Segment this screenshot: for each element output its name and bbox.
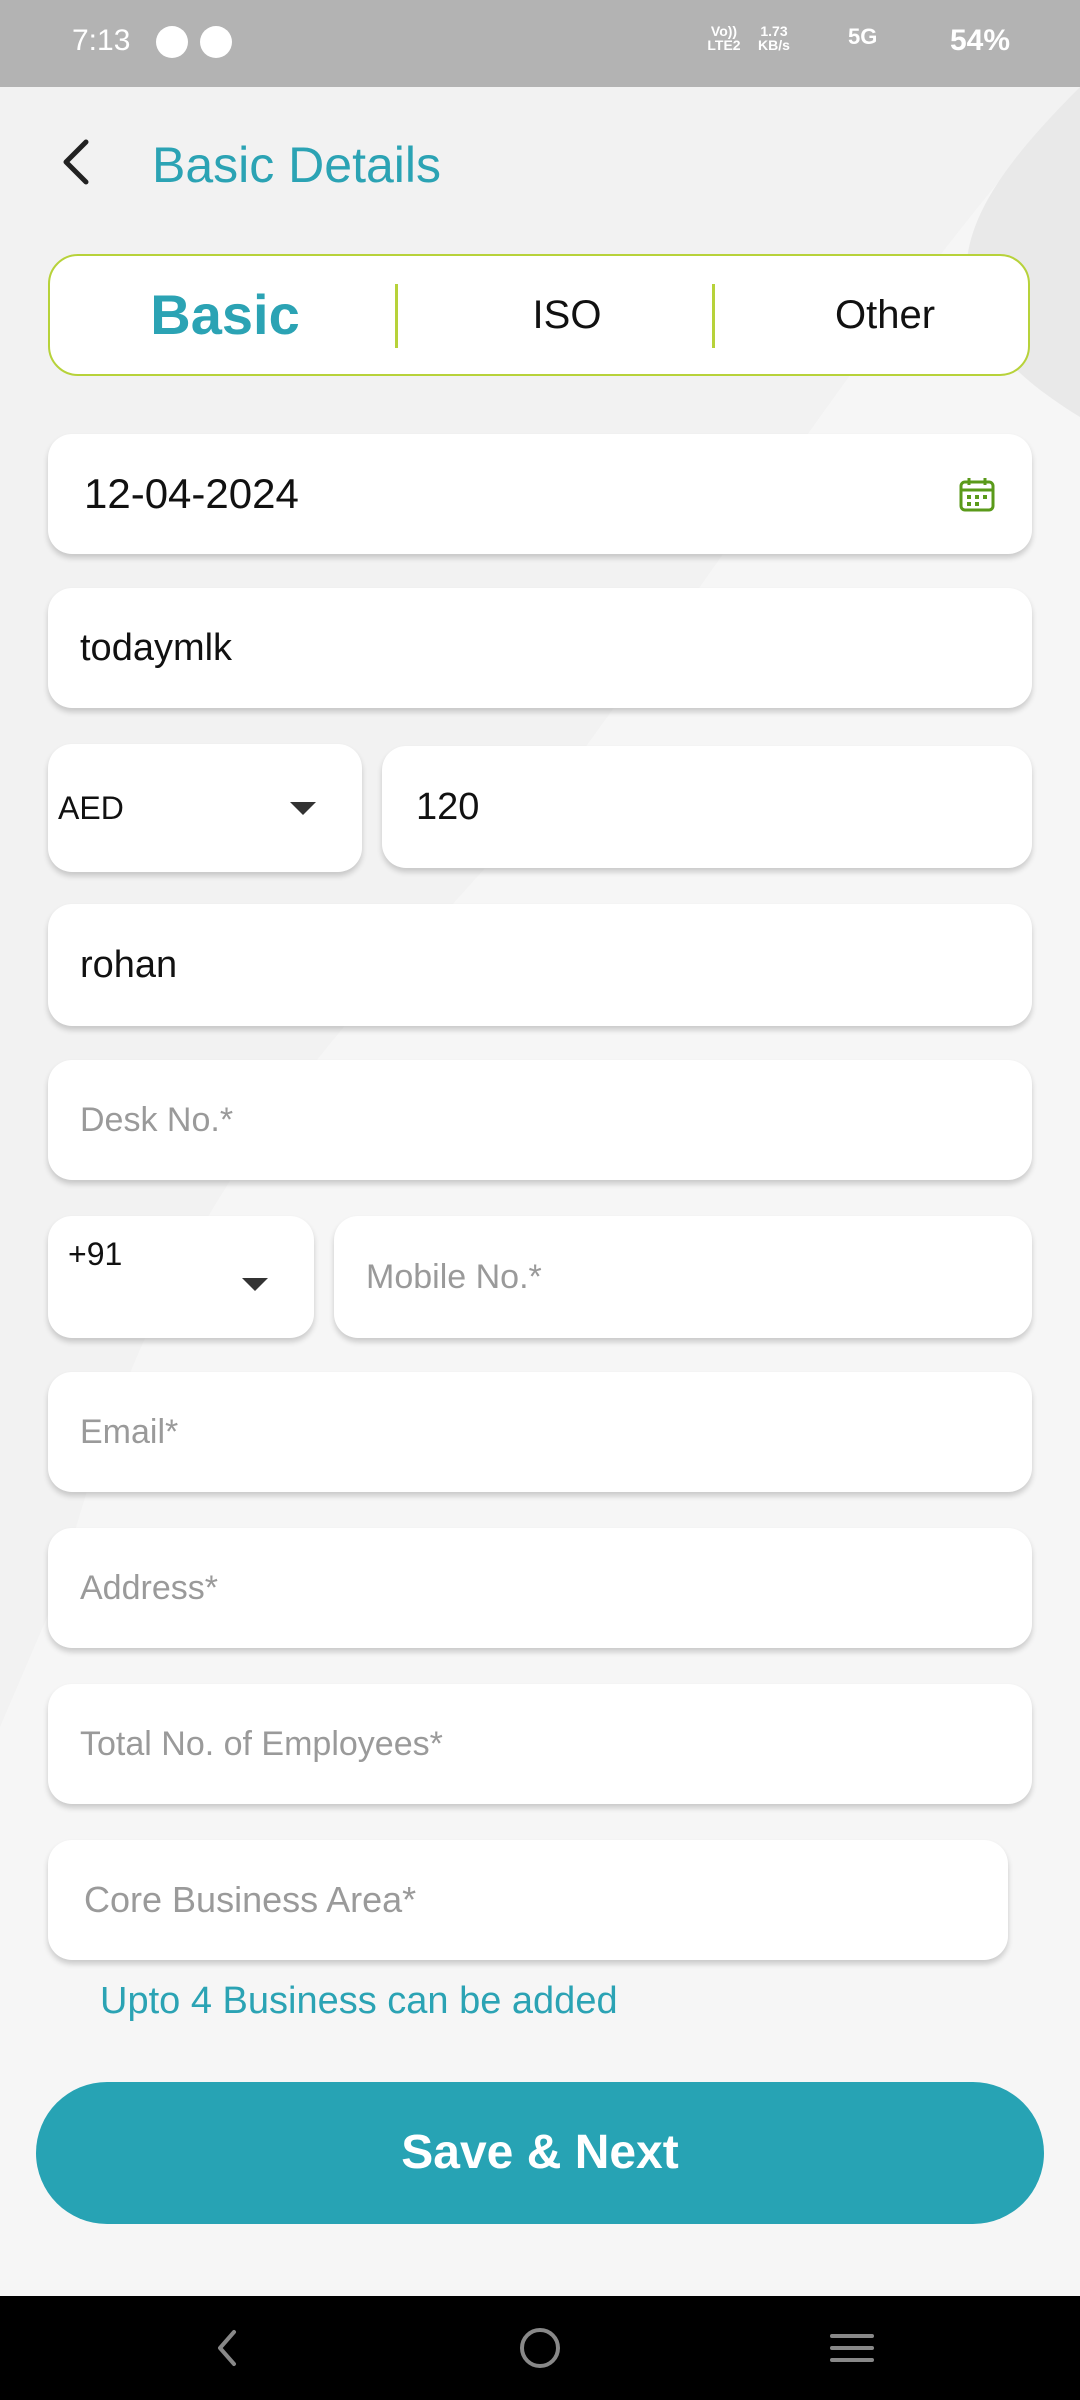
- network-speed: 1.73 KB/s: [758, 23, 790, 53]
- system-nav-bar: [0, 2296, 1080, 2400]
- nav-home-icon[interactable]: [508, 2316, 572, 2380]
- address-placeholder: Address*: [80, 1569, 218, 1607]
- message-icon: [156, 26, 188, 58]
- status-time: 7:13: [72, 24, 131, 57]
- tab-other[interactable]: Other: [740, 256, 1030, 374]
- date-value: 12-04-2024: [84, 470, 299, 517]
- currency-value: AED: [58, 790, 124, 826]
- chevron-down-icon: [242, 1278, 268, 1291]
- battery-percent: 54%: [949, 24, 1010, 57]
- business-hint: Upto 4 Business can be added: [100, 1980, 618, 2022]
- nav-recents-icon[interactable]: [820, 2316, 884, 2380]
- date-field[interactable]: 12-04-2024: [48, 434, 1032, 554]
- tab-divider: [712, 284, 715, 348]
- calendar-icon[interactable]: [958, 476, 996, 514]
- mobile-placeholder: Mobile No.*: [366, 1258, 542, 1296]
- currency-select[interactable]: AED: [48, 744, 362, 872]
- chevron-down-icon: [290, 802, 316, 815]
- amount-field[interactable]: 120: [382, 746, 1032, 868]
- business-area-field[interactable]: Core Business Area*: [48, 1840, 1008, 1960]
- business-area-placeholder: Core Business Area*: [84, 1879, 417, 1920]
- email-placeholder: Email*: [80, 1413, 179, 1451]
- employees-placeholder: Total No. of Employees*: [80, 1725, 443, 1763]
- name-value: todaymlk: [80, 627, 233, 669]
- name-field[interactable]: todaymlk: [48, 588, 1032, 708]
- volte-indicator: Vo)) LTE2: [707, 23, 741, 53]
- back-button[interactable]: [48, 132, 108, 192]
- tab-basic[interactable]: Basic: [80, 256, 370, 374]
- mobile-field[interactable]: Mobile No.*: [334, 1216, 1032, 1338]
- country-code-select[interactable]: +91: [48, 1216, 314, 1338]
- nav-back-icon[interactable]: [196, 2316, 260, 2380]
- desk-no-placeholder: Desk No.*: [80, 1101, 234, 1139]
- background-curve: [0, 87, 1080, 2297]
- email-field[interactable]: Email*: [48, 1372, 1032, 1492]
- page-title: Basic Details: [152, 137, 441, 193]
- network-type: 5G: [848, 24, 878, 49]
- contact-person-value: rohan: [80, 944, 178, 986]
- country-code-value: +91: [68, 1236, 123, 1272]
- employees-field[interactable]: Total No. of Employees*: [48, 1684, 1032, 1804]
- tab-iso[interactable]: ISO: [422, 256, 712, 374]
- app-notification-icon: [200, 26, 232, 58]
- desk-no-field[interactable]: Desk No.*: [48, 1060, 1032, 1180]
- tab-divider: [395, 284, 398, 348]
- status-bar: 7:13 Vo)) LTE2 1.73 KB/s 5G 54%: [0, 0, 1080, 87]
- header: Basic Details: [0, 110, 1080, 220]
- address-field[interactable]: Address*: [48, 1528, 1032, 1648]
- back-arrow-icon: [63, 139, 89, 185]
- amount-value: 120: [416, 786, 480, 828]
- tab-bar: Basic ISO Other: [48, 254, 1030, 376]
- save-next-button[interactable]: Save & Next: [36, 2082, 1044, 2224]
- contact-person-field[interactable]: rohan: [48, 904, 1032, 1026]
